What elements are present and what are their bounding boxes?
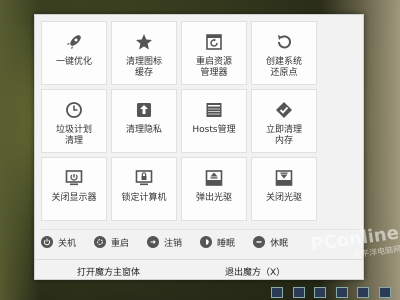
tile-label: 立即清理 内存 xyxy=(265,125,302,146)
tile-clear-privacy[interactable]: 清理隐私 xyxy=(111,89,177,153)
tile-clear-icon-cache[interactable]: 清理图标 缓存 xyxy=(111,21,177,85)
tile-label: 锁定计算机 xyxy=(121,193,167,203)
restore-icon xyxy=(274,32,294,52)
hibernate-label: 休眠 xyxy=(270,238,289,249)
tile-restart-explorer[interactable]: 重启资源 管理器 xyxy=(181,21,247,85)
tile-label: 清理图标 缓存 xyxy=(125,57,162,78)
star-icon xyxy=(134,32,154,52)
tile-lock-computer[interactable]: 锁定计算机 xyxy=(111,157,177,221)
tile-label: 重启资源 管理器 xyxy=(195,57,232,78)
power-icon xyxy=(41,236,53,248)
tile-scheduled-cleanup[interactable]: 垃圾计划 清理 xyxy=(41,89,107,153)
shutdown-label: 关机 xyxy=(58,238,77,249)
tile-label: 关闭光驱 xyxy=(265,193,302,203)
shutdown-button[interactable]: 关机 xyxy=(41,236,76,249)
tile-label: 垃圾计划 清理 xyxy=(55,125,92,146)
restart-button[interactable]: 重启 xyxy=(94,236,129,249)
tile-hosts-manager[interactable]: Hosts管理 xyxy=(181,89,247,153)
open-main-window-link[interactable]: 打开魔方主窗体 xyxy=(77,265,140,278)
restart-icon xyxy=(94,236,107,248)
tile-clean-memory[interactable]: 立即清理 内存 xyxy=(251,89,317,153)
sleep-label: 睡眠 xyxy=(217,238,236,249)
rocket-icon xyxy=(64,32,84,52)
privacy-icon xyxy=(134,100,154,120)
tile-eject-drive[interactable]: 弹出光驱 xyxy=(181,157,247,221)
tile-grid: 一键优化 清理图标 缓存 重启资源 管理器 创建系统 还原点 垃圾计划 清理 清… xyxy=(41,21,317,221)
tile-label: 清理隐私 xyxy=(125,125,162,135)
tile-turn-off-monitor[interactable]: 关闭显示器 xyxy=(41,157,107,221)
tile-close-drive[interactable]: 关闭光驱 xyxy=(251,157,317,221)
restart-label: 重启 xyxy=(111,238,130,249)
hibernate-icon xyxy=(253,236,266,248)
exit-link[interactable]: 退出魔方（X） xyxy=(225,265,285,278)
tile-label: 一键优化 xyxy=(55,57,92,67)
logoff-button[interactable]: 注销 xyxy=(147,236,182,249)
memory-clean-icon xyxy=(274,100,294,120)
tray-icon[interactable] xyxy=(378,286,391,298)
hibernate-button[interactable]: 休眠 xyxy=(253,236,288,249)
eject-icon xyxy=(204,168,224,188)
tile-label: Hosts管理 xyxy=(192,125,236,135)
tile-one-click-optimize[interactable]: 一键优化 xyxy=(41,21,107,85)
sleep-icon xyxy=(200,236,213,248)
tile-create-restore-point[interactable]: 创建系统 还原点 xyxy=(251,21,317,85)
tray-icon[interactable] xyxy=(357,286,370,298)
tray-icon[interactable] xyxy=(271,286,284,298)
sleep-button[interactable]: 睡眠 xyxy=(200,236,235,249)
monitor-icon xyxy=(64,168,84,188)
tile-label: 创建系统 还原点 xyxy=(265,57,302,78)
clock-icon xyxy=(64,100,84,120)
tile-label: 弹出光驱 xyxy=(195,193,232,203)
tray-icon[interactable] xyxy=(292,286,305,298)
system-tray xyxy=(262,284,400,300)
tray-icon[interactable] xyxy=(335,286,348,298)
lock-icon xyxy=(134,168,154,188)
refresh-window-icon xyxy=(204,32,224,52)
logoff-label: 注销 xyxy=(164,238,183,249)
tray-icon[interactable] xyxy=(314,286,327,298)
close-drive-icon xyxy=(274,168,294,188)
hosts-icon xyxy=(204,100,224,120)
tile-label: 关闭显示器 xyxy=(51,193,97,203)
logoff-icon xyxy=(147,236,160,248)
